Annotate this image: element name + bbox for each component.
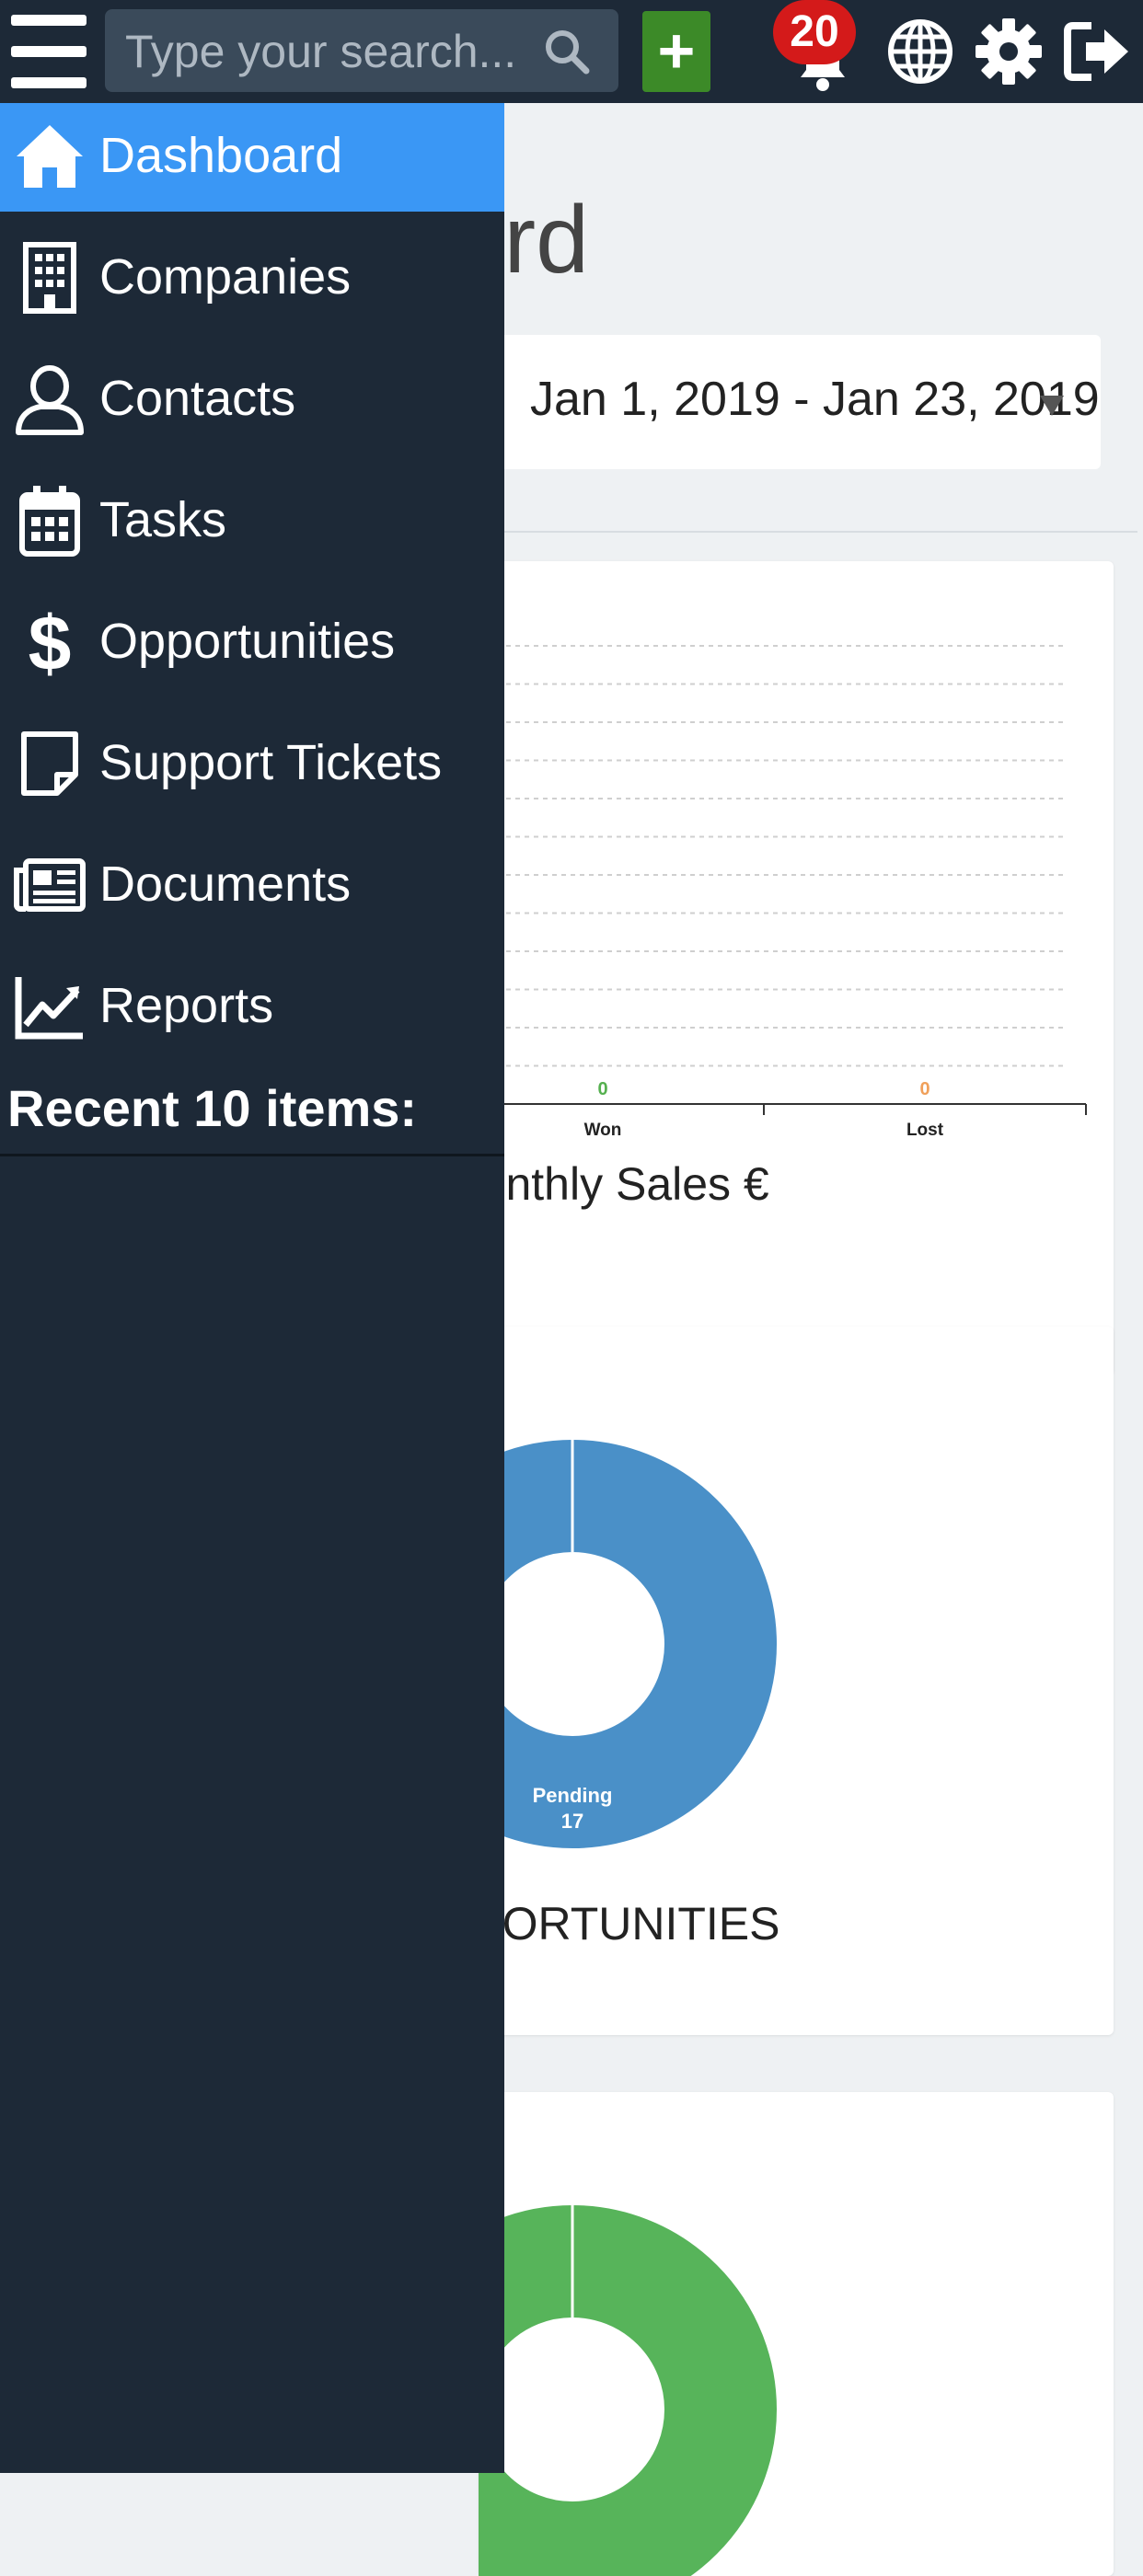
sidebar-item-label: Companies: [99, 249, 352, 305]
hamburger-menu-icon[interactable]: [11, 11, 87, 92]
sidebar-item-label: Dashboard: [99, 128, 343, 183]
sidebar-item-label: Tasks: [99, 492, 227, 547]
sidebar-item-label: Documents: [99, 857, 352, 912]
recent-items-heading: Recent 10 items:: [7, 1079, 418, 1137]
calendar-icon: [19, 486, 80, 557]
home-icon: [17, 125, 83, 188]
chart-line-icon: [15, 977, 83, 1040]
newspaper-icon: [14, 858, 86, 912]
sales-bar-chart: 0 Won 0 Lost: [479, 645, 1087, 1140]
data-label: 0: [919, 1079, 929, 1099]
sticky-note-icon: [21, 731, 78, 796]
svg-text:$: $: [29, 605, 72, 679]
pie-slice-pending[interactable]: [479, 1440, 777, 1848]
x-tick-label: Lost: [906, 1121, 944, 1140]
sidebar-item-dashboard[interactable]: Dashboard: [0, 103, 504, 212]
sidebar-item-label: Contacts: [99, 371, 296, 426]
building-icon: [23, 242, 76, 314]
x-tick-label: Won: [584, 1121, 622, 1140]
green-donut-chart: [479, 2205, 777, 2576]
sidebar-item-label: Support Tickets: [99, 735, 443, 790]
data-label: 0: [597, 1079, 607, 1099]
sidebar-item-companies[interactable]: Companies: [0, 224, 504, 333]
top-bar: + 20: [0, 0, 1143, 103]
sidebar-item-label: Opportunities: [99, 614, 396, 669]
drawer-divider: [0, 1154, 504, 1156]
opportunities-card: Pending 17 OPPORTUNITIES: [405, 1327, 1114, 2035]
sidebar-item-tasks[interactable]: Tasks: [0, 467, 504, 576]
date-range-picker[interactable]: Jan 1, 2019 - Jan 23, 2019: [479, 335, 1101, 469]
dollar-icon: $: [29, 605, 72, 679]
sidebar-item-documents[interactable]: Documents: [0, 832, 504, 940]
search-input[interactable]: [123, 9, 532, 94]
search-box: [105, 9, 618, 94]
slice-value: 17: [561, 1810, 583, 1833]
gear-icon[interactable]: [974, 17, 1044, 86]
sidebar-drawer: Dashboard Companies Contacts Tasks $ Opp…: [0, 103, 504, 2473]
date-range-text: Jan 1, 2019 - Jan 23, 2019: [530, 373, 1100, 426]
logout-icon[interactable]: [1064, 18, 1134, 85]
sidebar-item-label: Reports: [99, 978, 274, 1033]
sales-card: 0 Won 0 Lost Monthly Sales €: [442, 561, 1114, 1374]
third-chart-card: [479, 2092, 1114, 2576]
notification-badge[interactable]: 20: [773, 0, 856, 64]
sidebar-item-support-tickets[interactable]: Support Tickets: [0, 710, 504, 819]
sidebar-item-contacts[interactable]: Contacts: [0, 346, 504, 454]
slice-label: Pending: [533, 1784, 613, 1807]
caret-down-icon: [1040, 396, 1064, 416]
opportunities-donut-chart: Pending 17: [479, 1440, 777, 1848]
search-icon[interactable]: [543, 28, 591, 75]
user-icon: [16, 365, 84, 435]
divider: [479, 531, 1137, 533]
add-button[interactable]: +: [642, 11, 710, 92]
sidebar-item-reports[interactable]: Reports: [0, 953, 504, 1062]
sidebar-item-opportunities[interactable]: $ Opportunities: [0, 589, 504, 697]
pie-slice[interactable]: [479, 2205, 777, 2576]
globe-icon[interactable]: [885, 17, 955, 86]
